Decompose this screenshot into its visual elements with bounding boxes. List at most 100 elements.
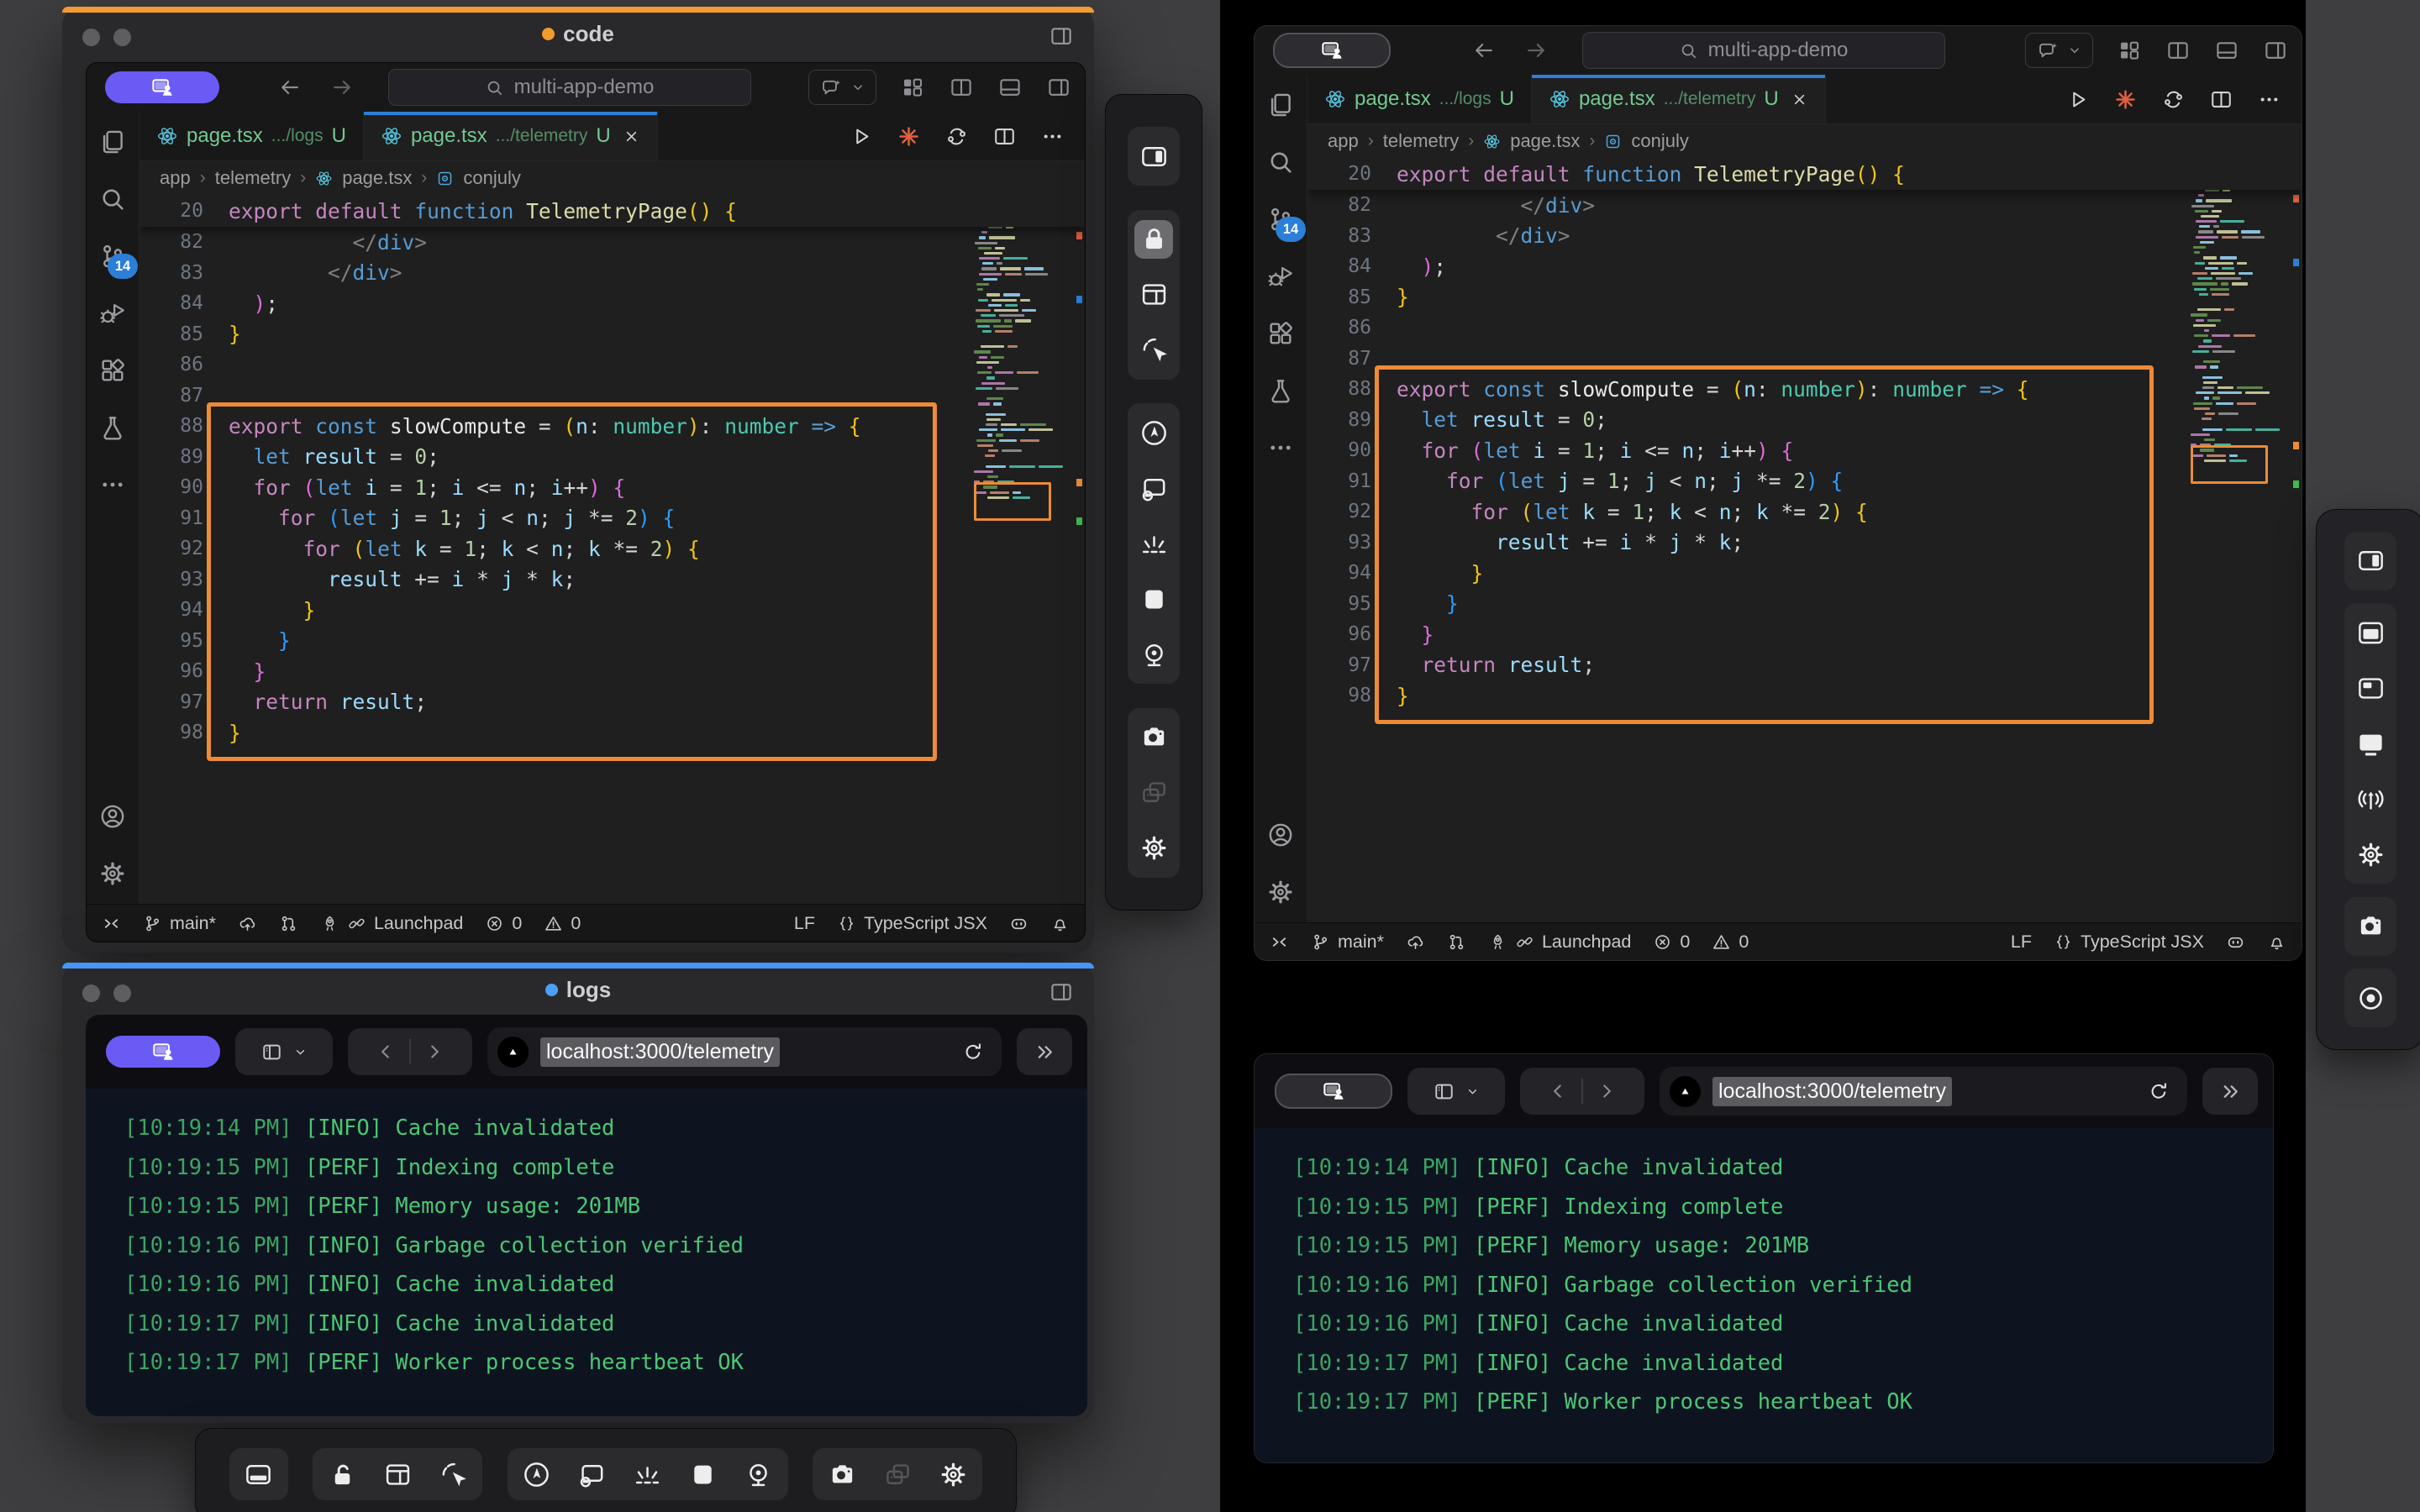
- activity-gear-button[interactable]: [1264, 875, 1297, 909]
- page-forward-icon[interactable]: [424, 1041, 445, 1063]
- toolbar-cursor-click-button[interactable]: [434, 1455, 472, 1494]
- window-control-dot[interactable]: [82, 984, 100, 1002]
- toolbar-pen-circle-button[interactable]: [1134, 413, 1173, 452]
- status-item[interactable]: Launchpad: [320, 913, 463, 934]
- sync-button-icon[interactable]: [2161, 87, 2186, 112]
- activity-scm-button[interactable]: 14: [1264, 202, 1297, 236]
- copilot-chat-button[interactable]: [2025, 33, 2093, 68]
- history-forward-icon[interactable]: [1523, 38, 1549, 63]
- status-item[interactable]: [1406, 932, 1425, 952]
- copilot-chat-button[interactable]: [808, 70, 876, 105]
- page-back-icon[interactable]: [1547, 1080, 1569, 1102]
- activity-account-button[interactable]: [1264, 818, 1297, 852]
- toolbar-display-button[interactable]: [2351, 724, 2390, 763]
- run-button-icon[interactable]: [2065, 87, 2090, 112]
- screen-share-pill[interactable]: [106, 1036, 220, 1068]
- breadcrumb-item[interactable]: conjuly: [1631, 130, 1688, 152]
- screen-share-pill[interactable]: [1273, 33, 1391, 68]
- toolbar-camera-button[interactable]: [1134, 718, 1173, 757]
- activity-scm-button[interactable]: 14: [96, 239, 129, 273]
- tab-telemetry[interactable]: page.tsx.../telemetryU: [364, 112, 658, 160]
- activity-files-button[interactable]: [96, 125, 129, 159]
- page-forward-icon[interactable]: [1596, 1080, 1618, 1102]
- extension-action-button-icon[interactable]: [2113, 87, 2138, 112]
- toolbar-pen-circle-button[interactable]: [518, 1455, 556, 1494]
- status-item[interactable]: [279, 914, 298, 933]
- toolbar-gear-button[interactable]: [2351, 835, 2390, 874]
- window-control-dot[interactable]: [113, 29, 131, 46]
- toggle-panel-button-icon[interactable]: [2214, 38, 2239, 63]
- window-panel-toggle-icon[interactable]: [1049, 24, 1074, 49]
- status-item[interactable]: LF: [794, 913, 815, 934]
- toolbar-webcam-button[interactable]: [739, 1455, 778, 1494]
- status-item[interactable]: [1270, 932, 1289, 952]
- workspace-search[interactable]: multi-app-demo: [388, 69, 751, 106]
- screen-share-pill[interactable]: [1275, 1074, 1392, 1109]
- breadcrumb-item[interactable]: page.tsx: [1510, 130, 1580, 152]
- toolbar-rays-button[interactable]: [629, 1455, 667, 1494]
- sync-button-icon[interactable]: [944, 124, 969, 149]
- activity-search-button[interactable]: [1264, 145, 1297, 179]
- tab-close-icon[interactable]: [623, 128, 640, 145]
- extension-action-button-icon[interactable]: [897, 124, 921, 149]
- tab-close-icon[interactable]: [1791, 91, 1808, 108]
- activity-debug-button[interactable]: [96, 297, 129, 330]
- activity-files-button[interactable]: [1264, 88, 1297, 122]
- window-panel-toggle-icon[interactable]: [1049, 979, 1074, 1005]
- breadcrumb-item[interactable]: conjuly: [463, 167, 520, 189]
- run-button-icon[interactable]: [849, 124, 873, 149]
- activity-account-button[interactable]: [96, 800, 129, 833]
- toolbar-layout-button[interactable]: [378, 1455, 417, 1494]
- toolbar-record-button[interactable]: [2351, 979, 2390, 1017]
- more-tools-button[interactable]: [1017, 1028, 1072, 1075]
- toolbar-gear-button[interactable]: [934, 1455, 972, 1494]
- status-item[interactable]: [238, 914, 257, 933]
- status-item[interactable]: 0: [1653, 932, 1690, 953]
- more-actions-button-icon[interactable]: [2257, 87, 2281, 112]
- breadcrumb-item[interactable]: app: [160, 167, 191, 189]
- breadcrumb-item[interactable]: telemetry: [215, 167, 291, 189]
- tab-logs[interactable]: page.tsx.../logsU: [139, 112, 364, 160]
- split-editor-button-icon[interactable]: [992, 124, 1017, 149]
- toggle-panel-button-icon[interactable]: [997, 75, 1023, 100]
- split-editor-button-icon[interactable]: [949, 75, 974, 100]
- toolbar-window-minus-button[interactable]: [573, 1455, 612, 1494]
- status-item[interactable]: [102, 914, 121, 933]
- activity-ellipsis-button[interactable]: [96, 468, 129, 501]
- history-back-icon[interactable]: [1471, 38, 1497, 63]
- toolbar-camera-button[interactable]: [2351, 907, 2390, 946]
- toolbar-window-minus-button[interactable]: [1134, 469, 1173, 507]
- address-bar[interactable]: localhost:3000/telemetry: [1660, 1067, 2187, 1116]
- tab-logs[interactable]: page.tsx.../logsU: [1307, 75, 1532, 123]
- toolbar-panel-right-button[interactable]: [1134, 137, 1173, 176]
- history-back-icon[interactable]: [277, 75, 302, 100]
- customize-layout-button-icon[interactable]: [900, 75, 925, 100]
- activity-gear-button[interactable]: [96, 857, 129, 890]
- status-item[interactable]: [2267, 932, 2286, 952]
- activity-debug-button[interactable]: [1264, 260, 1297, 293]
- activity-search-button[interactable]: [96, 182, 129, 216]
- sidebar-menu-button[interactable]: [235, 1028, 333, 1075]
- status-item[interactable]: Launchpad: [1488, 932, 1631, 953]
- toggle-sidebar-button-icon[interactable]: [1046, 75, 1071, 100]
- status-item[interactable]: LF: [2011, 932, 2032, 953]
- toolbar-gear-button[interactable]: [1134, 829, 1173, 868]
- breadcrumb-item[interactable]: app: [1328, 130, 1359, 152]
- toolbar-pip-button[interactable]: [2351, 669, 2390, 707]
- status-item[interactable]: 0: [544, 913, 581, 934]
- sidebar-menu-button[interactable]: [1407, 1068, 1505, 1115]
- history-forward-icon[interactable]: [329, 75, 355, 100]
- more-actions-button-icon[interactable]: [1040, 124, 1065, 149]
- reload-icon[interactable]: [2147, 1079, 2170, 1103]
- customize-layout-button-icon[interactable]: [2117, 38, 2142, 63]
- toolbar-layout-button[interactable]: [1134, 276, 1173, 314]
- activity-extensions-button[interactable]: [96, 354, 129, 387]
- workspace-search[interactable]: multi-app-demo: [1582, 32, 1945, 69]
- status-item[interactable]: [2226, 932, 2245, 952]
- toolbar-unlock-button[interactable]: [323, 1455, 361, 1494]
- status-item[interactable]: TypeScript JSX: [837, 913, 987, 934]
- toolbar-cursor-click-button[interactable]: [1134, 331, 1173, 370]
- toolbar-square-fill-button[interactable]: [684, 1455, 723, 1494]
- toolbar-camera-button[interactable]: [823, 1455, 861, 1494]
- more-tools-button[interactable]: [2202, 1068, 2258, 1115]
